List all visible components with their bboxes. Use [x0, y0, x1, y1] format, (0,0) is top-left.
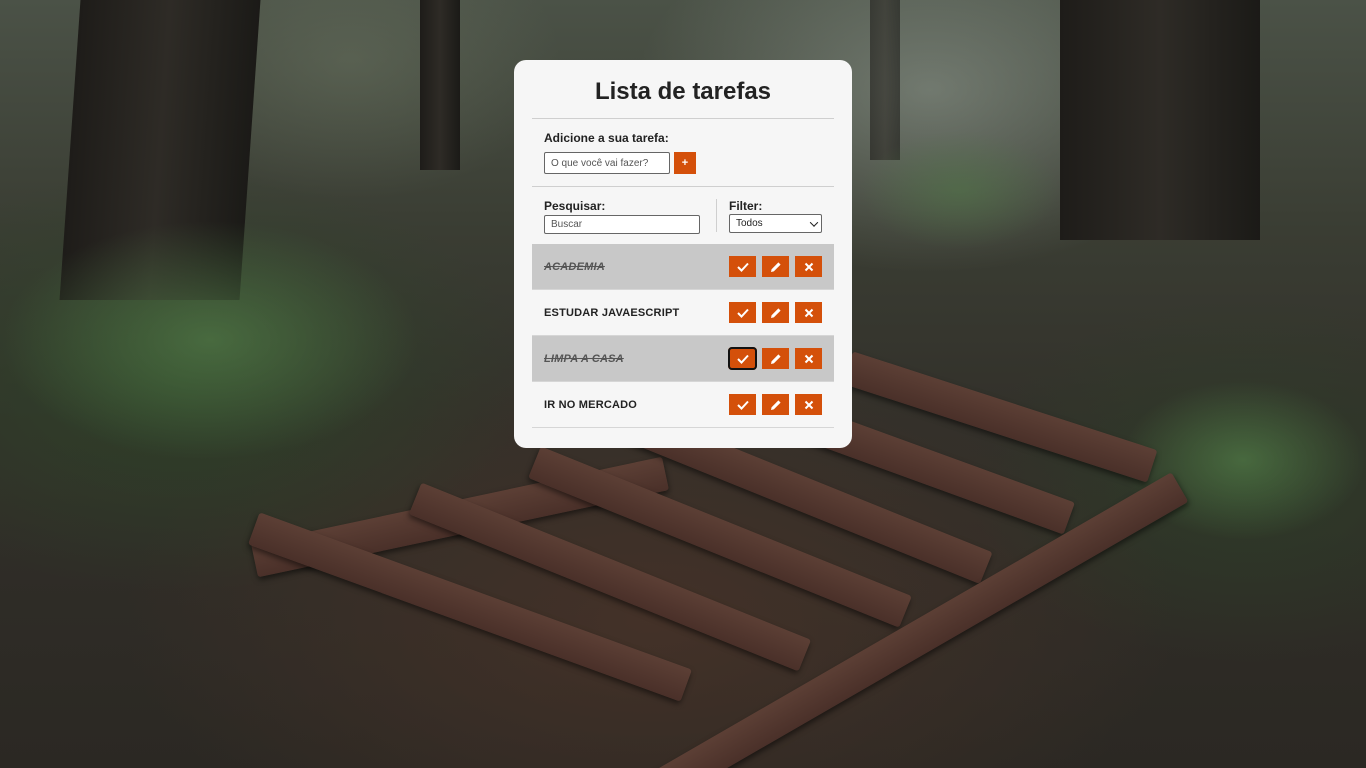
- close-icon: [804, 400, 813, 409]
- remove-todo-button[interactable]: [795, 394, 822, 415]
- edit-todo-button[interactable]: [762, 394, 789, 415]
- search-section: Pesquisar:: [544, 199, 700, 234]
- todo-card: Lista de tarefas Adicione a sua tarefa: …: [514, 60, 852, 448]
- todo-title: ESTUDAR JAVAESCRIPT: [544, 306, 680, 319]
- chevron-down-icon: [809, 217, 819, 227]
- toolbar: Pesquisar: Filter: Todos: [532, 187, 834, 234]
- check-icon: [736, 354, 749, 364]
- remove-todo-button[interactable]: [795, 256, 822, 277]
- todo-title: LIMPA A CASA: [544, 352, 624, 365]
- check-icon: [736, 262, 749, 272]
- close-icon: [804, 308, 813, 317]
- add-todo-form: Adicione a sua tarefa: +: [532, 119, 834, 186]
- pencil-icon: [770, 261, 781, 272]
- todo-list: ACADEMIA ESTUDAR JAVAESCRIPT LIMPA A CAS…: [532, 244, 834, 428]
- finish-todo-button[interactable]: [729, 394, 756, 415]
- add-todo-label: Adicione a sua tarefa:: [544, 131, 669, 145]
- toolbar-divider: [716, 199, 717, 232]
- edit-todo-button[interactable]: [762, 302, 789, 323]
- check-icon: [736, 400, 749, 410]
- close-icon: [804, 354, 813, 363]
- search-label: Pesquisar:: [544, 199, 606, 213]
- page-title: Lista de tarefas: [594, 78, 772, 105]
- finish-todo-button[interactable]: [728, 347, 757, 370]
- todo-item: IR NO MERCADO: [532, 382, 834, 428]
- todo-title: ACADEMIA: [544, 260, 605, 273]
- pencil-icon: [770, 399, 781, 410]
- finish-todo-button[interactable]: [729, 302, 756, 323]
- add-todo-row: +: [544, 152, 822, 174]
- close-icon: [804, 262, 813, 271]
- filter-select[interactable]: Todos: [729, 214, 822, 233]
- filter-selected-value: Todos: [736, 218, 763, 229]
- edit-todo-button[interactable]: [762, 348, 789, 369]
- add-todo-input[interactable]: [544, 152, 670, 174]
- pencil-icon: [770, 307, 781, 318]
- finish-todo-button[interactable]: [729, 256, 756, 277]
- filter-section: Filter: Todos: [729, 199, 822, 233]
- pencil-icon: [770, 353, 781, 364]
- todo-item: ACADEMIA: [532, 244, 834, 290]
- remove-todo-button[interactable]: [795, 348, 822, 369]
- remove-todo-button[interactable]: [795, 302, 822, 323]
- search-input[interactable]: [544, 215, 700, 234]
- todo-item: ESTUDAR JAVAESCRIPT: [532, 290, 834, 336]
- edit-todo-button[interactable]: [762, 256, 789, 277]
- todo-title: IR NO MERCADO: [544, 398, 638, 411]
- todo-item: LIMPA A CASA: [532, 336, 834, 382]
- check-icon: [736, 308, 749, 318]
- filter-label: Filter:: [729, 199, 763, 213]
- add-todo-button[interactable]: +: [674, 152, 696, 174]
